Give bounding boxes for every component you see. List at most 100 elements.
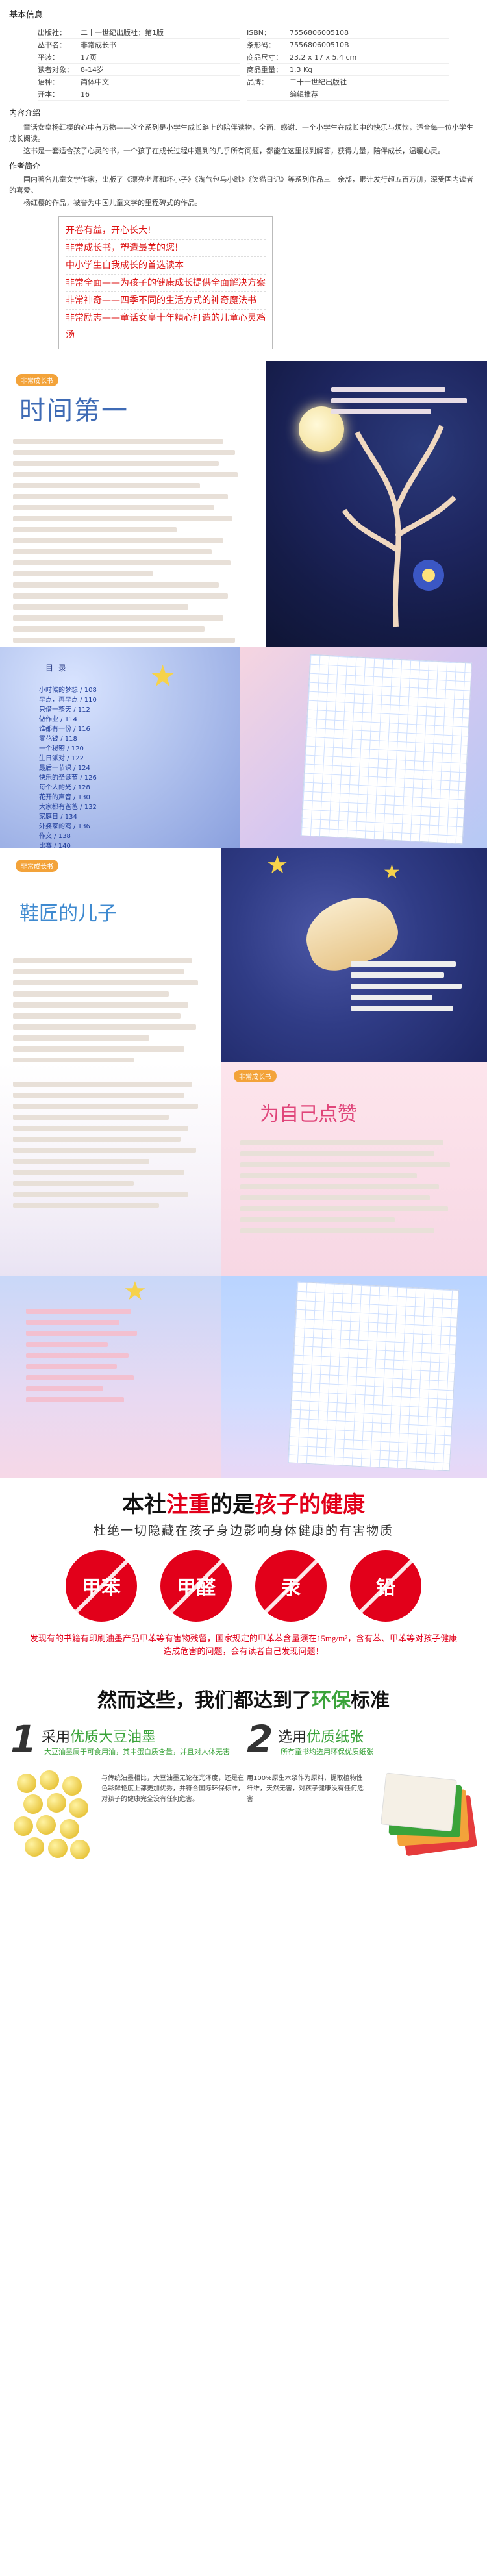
night-illustration [266, 361, 487, 647]
promo-title-part: 孩子的健康 [255, 1492, 365, 1517]
book-page-left: 非常成长书 鞋匠的儿子 [0, 848, 221, 1062]
star-icon: ★ [149, 658, 177, 693]
author-paragraph: 国内著名儿童文学作家，出版了《漂亮老师和坏小子》《淘气包马小跳》《笑猫日记》等系… [9, 175, 473, 195]
series-badge: 非常成长书 [16, 374, 58, 386]
info-row: 商品尺寸： 23.2 x 17 x 5.4 cm [247, 51, 449, 64]
info-value: 16 [81, 90, 90, 99]
info-value: 755680600510B [290, 41, 349, 49]
no-toluene-icon: 甲苯 [66, 1550, 137, 1622]
highlight-line: 非常成长书，塑造最美的您! [66, 240, 266, 257]
night-illustration: ★ ★ [221, 848, 487, 1062]
feature-number: 1 [10, 1717, 37, 1761]
chapter-title: 时间第一 [19, 396, 129, 426]
book-page-left: 非常成长书 时间第一 [0, 361, 273, 647]
toc-item: 一个秘密 / 120 [39, 745, 84, 752]
toc-item: 大家都有爸爸 / 132 [39, 804, 97, 811]
toc-item: 作文 / 138 [39, 833, 71, 840]
toc-placeholder [26, 1309, 143, 1408]
highlight-line: 非常神奇——四季不同的生活方式的神奇魔法书 [66, 292, 266, 310]
star-icon: ★ [266, 850, 289, 879]
promo-note: 发现有的书籍有印刷油墨产品甲苯等有害物残留，国家规定的甲苯苯含量须在15mg/m… [29, 1633, 458, 1656]
highlight-line: 非常全面——为孩子的健康成长提供全面解决方案 [66, 275, 266, 292]
body-text-placeholder [351, 961, 468, 1017]
info-value: 1.3 Kg [290, 66, 313, 74]
info-row: 平装： 17页 [38, 51, 240, 64]
toc-item: 最后一节课 / 124 [39, 765, 90, 772]
feature-body: 用100%原生木浆作为原料，提取植物性纤维，天然无害，对孩子健康没有任何危害 [247, 1758, 481, 1857]
toc-list: 小时候的梦想 / 108 早点，再早点 / 110 只借一整天 / 112 做作… [39, 686, 97, 848]
info-key: 读者对象： [38, 66, 73, 74]
promo-title-part: 的是 [210, 1492, 255, 1517]
info-key: 丛书名： [38, 41, 66, 49]
toc-title: 目 录 [45, 663, 68, 673]
series-badge: 非常成长书 [234, 1070, 277, 1082]
basic-info-heading: 基本信息 [9, 10, 44, 20]
info-key: 平装： [38, 53, 59, 62]
info-key: 语种： [38, 78, 59, 86]
info-row: 条形码： 755680600510B [247, 39, 449, 51]
eco-heading-part: 环保 [312, 1689, 351, 1712]
info-row: 语种： 简体中文 [38, 76, 240, 88]
contents-illustration: 目 录 小时候的梦想 / 108 早点，再早点 / 110 只借一整天 / 11… [0, 647, 240, 848]
body-text-placeholder [331, 387, 474, 420]
sample-page-contents: 目 录 小时候的梦想 / 108 早点，再早点 / 110 只借一整天 / 11… [0, 647, 487, 848]
toc-item: 零花钱 / 118 [39, 736, 77, 743]
sample-page-time-first: 非常成长书 时间第一 [0, 361, 487, 647]
info-key: 商品尺寸： [247, 53, 282, 62]
info-row: 编辑推荐 [247, 88, 449, 101]
highlight-line: 开卷有益，开心长大! [66, 222, 266, 240]
soy-ink-feature: 1 采用优质大豆油墨 大豆油墨属于可食用油，其中蛋白质含量，并且对人体无害 与传… [10, 1720, 244, 1877]
info-grid: 出版社： 二十一世纪出版社；第1版 ISBN： 7556806005108 丛书名：… [0, 24, 487, 101]
info-value: 二十一世纪出版社 [290, 78, 347, 86]
info-row: 商品重量： 1.3 Kg [247, 64, 449, 76]
quality-paper-feature: 2 选用优质纸张 所有童书均选用环保优质纸张 用100%原生木浆作为原料，提取植… [247, 1720, 481, 1858]
toc-item: 花开的声音 / 130 [39, 794, 90, 801]
notepad-graphic [300, 654, 473, 845]
highlights-box: 开卷有益，开心长大! 非常成长书，塑造最美的您! 中小学生自我成长的首选读本 非… [58, 216, 273, 349]
feature-desc: 所有童书均选用环保优质纸张 [281, 1748, 373, 1756]
toc-item: 每个人的光 / 128 [39, 784, 90, 791]
intro-paragraph: 童话女皇杨红樱的心中有万物——这个系列是小学生成长路上的陪伴读物，全面、感谢、一… [9, 123, 473, 143]
chapter-title: 鞋匠的儿子 [19, 902, 117, 925]
no-formaldehyde-icon: 甲醛 [160, 1550, 232, 1622]
info-value: 二十一世纪出版社；第1版 [81, 29, 164, 37]
info-key: 出版社： [38, 29, 66, 37]
soybean-illustration [10, 1767, 95, 1877]
feature-heading: 选用优质纸张 [278, 1729, 364, 1746]
highlight-line: 中小学生自我成长的首选读本 [66, 257, 266, 275]
author-heading: 作者简介 [9, 162, 41, 171]
sample-page-praise-yourself: 非常成长书 为自己点赞 [0, 1062, 487, 1276]
book-page-right: 非常成长书 为自己点赞 [221, 1062, 487, 1276]
feature-body: 与传统油墨相比，大豆油墨无论在光泽度，还是在色彩鲜艳度上都更加优秀，并符合国际环… [10, 1758, 244, 1859]
sample-page-shoemaker-son: 非常成长书 鞋匠的儿子 ★ ★ [0, 848, 487, 1062]
feature-heading: 采用优质大豆油墨 [42, 1729, 156, 1746]
notepad-graphic [287, 1281, 460, 1472]
info-row: 品牌： 二十一世纪出版社 [247, 76, 449, 88]
sample-page-contents-2: ★ [0, 1276, 487, 1478]
body-text-placeholder [13, 958, 208, 1062]
info-key: 商品重量： [247, 66, 282, 74]
feature-text: 用100%原生木浆作为原料，提取植物性纤维，天然无害，对孩子健康没有任何危害 [247, 1775, 364, 1803]
toc-item: 比赛 / 140 [39, 843, 71, 848]
no-mercury-icon: 汞 [255, 1550, 327, 1622]
notepad-illustration [221, 1276, 487, 1478]
toc-item: 外婆家的鸡 / 136 [39, 823, 90, 830]
info-value: 简体中文 [81, 78, 109, 86]
info-value: 7556806005108 [290, 29, 349, 37]
promo-subtitle: 杜绝一切隐藏在孩子身边影响身体健康的有害物质 [93, 1524, 393, 1538]
author-paragraph: 杨红樱的作品，被誉为中国儿童文学的里程碑式的作品。 [23, 199, 202, 207]
info-key: ISBN： [247, 29, 271, 37]
notepad-illustration [240, 647, 487, 848]
eco-standard-heading: 然而这些，我们都达到了环保标准 [0, 1684, 487, 1713]
toc-item: 早点，再早点 / 110 [39, 697, 97, 704]
info-value: 23.2 x 17 x 5.4 cm [290, 53, 357, 62]
star-icon: ★ [123, 1276, 147, 1306]
info-key [247, 88, 286, 100]
intro-paragraph: 这书是一套适合孩子心灵的书，一个孩子在成长过程中遇到的几乎所有问题，都能在这里找… [23, 147, 445, 155]
no-lead-icon: 铅 [350, 1550, 421, 1622]
info-key: 条形码： [247, 41, 275, 49]
feature-number: 2 [247, 1717, 273, 1761]
toc-item: 生日派对 / 122 [39, 755, 84, 762]
info-key: 开本： [38, 90, 59, 99]
harmful-substances-row: 甲苯 甲醛 汞 铅 [0, 1550, 487, 1622]
